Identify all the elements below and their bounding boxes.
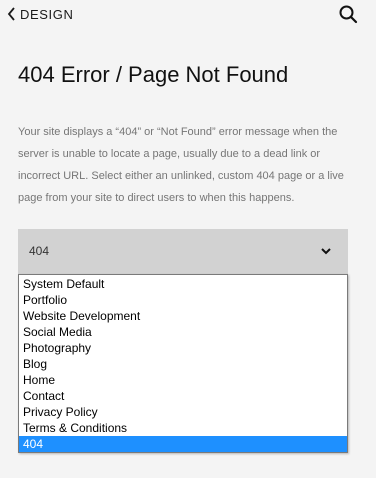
select-value: 404 xyxy=(29,244,50,258)
chevron-down-icon xyxy=(321,248,331,255)
page-description: Your site displays a “404” or “Not Found… xyxy=(18,126,344,204)
dropdown-option-portfolio[interactable]: Portfolio xyxy=(19,292,347,308)
dropdown-option-home[interactable]: Home xyxy=(19,372,347,388)
dropdown-option-website-development[interactable]: Website Development xyxy=(19,308,347,324)
back-button[interactable]: DESIGN xyxy=(7,5,73,23)
dropdown-option-contact[interactable]: Contact xyxy=(19,388,347,404)
dropdown-option-blog[interactable]: Blog xyxy=(19,356,347,372)
back-label: DESIGN xyxy=(20,6,74,22)
page-title: 404 Error / Page Not Found xyxy=(18,62,289,87)
search-icon[interactable] xyxy=(338,4,358,24)
page-select[interactable]: 404 xyxy=(18,229,348,274)
dropdown-option-terms-conditions[interactable]: Terms & Conditions xyxy=(19,420,347,436)
dropdown-option-social-media[interactable]: Social Media xyxy=(19,324,347,340)
chevron-left-icon xyxy=(7,7,15,21)
top-bar: DESIGN xyxy=(0,0,376,30)
page-select-dropdown: System Default Portfolio Website Develop… xyxy=(18,274,348,453)
dropdown-option-system-default[interactable]: System Default xyxy=(19,276,347,292)
dropdown-option-404[interactable]: 404 xyxy=(19,436,347,452)
dropdown-option-photography[interactable]: Photography xyxy=(19,340,347,356)
dropdown-option-privacy-policy[interactable]: Privacy Policy xyxy=(19,404,347,420)
